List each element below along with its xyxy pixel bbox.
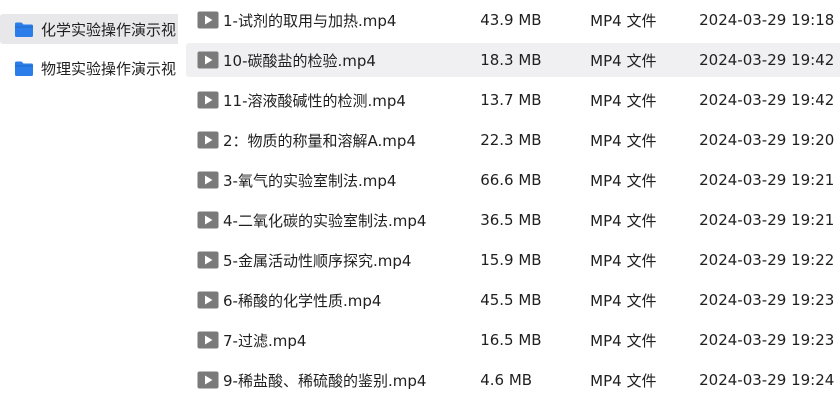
file-name: 11-溶液酸碱性的检测.mp4 [223,91,406,110]
file-name: 7-过滤.mp4 [223,331,307,350]
file-row[interactable]: 6-稀酸的化学性质.mp4 45.5 MB MP4 文件 2024-03-29 … [186,283,840,317]
file-size: 36.5 MB [480,211,542,229]
file-name: 3-氧气的实验室制法.mp4 [223,171,397,190]
file-name: 9-稀盐酸、稀硫酸的鉴别.mp4 [223,371,427,390]
file-type: MP4 文件 [590,371,657,390]
video-play-icon [197,171,219,189]
navigation-pane: 化学实验操作演示视 物理实验操作演示视 [0,0,178,405]
file-size: 15.9 MB [480,251,542,269]
file-size: 45.5 MB [480,291,542,309]
file-type: MP4 文件 [590,171,657,190]
file-list: 1-试剂的取用与加热.mp4 43.9 MB MP4 文件 2024-03-29… [178,0,840,405]
file-modified: 2024-03-29 19:23 [699,331,835,349]
sidebar-folder-physics[interactable]: 物理实验操作演示视 [0,53,178,83]
file-row[interactable]: 10-碳酸盐的检验.mp4 18.3 MB MP4 文件 2024-03-29 … [186,43,840,77]
file-row[interactable]: 5-金属活动性顺序探究.mp4 15.9 MB MP4 文件 2024-03-2… [186,243,840,277]
video-play-icon [197,251,219,269]
file-size: 66.6 MB [480,171,542,189]
file-row[interactable]: 1-试剂的取用与加热.mp4 43.9 MB MP4 文件 2024-03-29… [186,3,840,37]
video-play-icon [197,11,219,29]
file-row[interactable]: 3-氧气的实验室制法.mp4 66.6 MB MP4 文件 2024-03-29… [186,163,840,197]
video-play-icon [197,91,219,109]
file-modified: 2024-03-29 19:20 [699,131,835,149]
file-type: MP4 文件 [590,11,657,30]
file-type: MP4 文件 [590,91,657,110]
file-type: MP4 文件 [590,51,657,70]
file-type: MP4 文件 [590,331,657,350]
file-modified: 2024-03-29 19:24 [699,371,835,389]
file-row[interactable]: 7-过滤.mp4 16.5 MB MP4 文件 2024-03-29 19:23 [186,323,840,357]
file-row[interactable]: 4-二氧化碳的实验室制法.mp4 36.5 MB MP4 文件 2024-03-… [186,203,840,237]
file-row[interactable]: 2：物质的称量和溶解A.mp4 22.3 MB MP4 文件 2024-03-2… [186,123,840,157]
file-explorer-window: 化学实验操作演示视 物理实验操作演示视 1-试剂的取用与加热.mp4 43.9 … [0,0,840,405]
file-name: 2：物质的称量和溶解A.mp4 [223,131,416,150]
folder-icon [15,61,33,76]
sidebar-folder-chemistry[interactable]: 化学实验操作演示视 [0,14,178,44]
file-modified: 2024-03-29 19:18 [699,11,835,29]
file-type: MP4 文件 [590,211,657,230]
folder-label: 化学实验操作演示视 [41,20,177,39]
file-name: 10-碳酸盐的检验.mp4 [223,51,376,70]
file-size: 13.7 MB [480,91,542,109]
file-modified: 2024-03-29 19:42 [699,51,835,69]
file-type: MP4 文件 [590,291,657,310]
file-row[interactable]: 11-溶液酸碱性的检测.mp4 13.7 MB MP4 文件 2024-03-2… [186,83,840,117]
file-name: 5-金属活动性顺序探究.mp4 [223,251,412,270]
file-type: MP4 文件 [590,131,657,150]
file-size: 4.6 MB [480,371,533,389]
video-play-icon [197,131,219,149]
video-play-icon [197,51,219,69]
file-size: 18.3 MB [480,51,542,69]
video-play-icon [197,291,219,309]
file-modified: 2024-03-29 19:42 [699,91,835,109]
file-modified: 2024-03-29 19:23 [699,291,835,309]
file-name: 6-稀酸的化学性质.mp4 [223,291,382,310]
folder-icon [15,22,33,37]
file-name: 1-试剂的取用与加热.mp4 [223,11,397,30]
file-modified: 2024-03-29 19:21 [699,171,835,189]
file-name: 4-二氧化碳的实验室制法.mp4 [223,211,427,230]
file-size: 22.3 MB [480,131,542,149]
file-type: MP4 文件 [590,251,657,270]
file-size: 16.5 MB [480,331,542,349]
video-play-icon [197,371,219,389]
folder-label: 物理实验操作演示视 [41,59,177,78]
file-row[interactable]: 9-稀盐酸、稀硫酸的鉴别.mp4 4.6 MB MP4 文件 2024-03-2… [186,363,840,397]
file-modified: 2024-03-29 19:21 [699,211,835,229]
file-size: 43.9 MB [480,11,542,29]
video-play-icon [197,331,219,349]
video-play-icon [197,211,219,229]
file-modified: 2024-03-29 19:22 [699,251,835,269]
